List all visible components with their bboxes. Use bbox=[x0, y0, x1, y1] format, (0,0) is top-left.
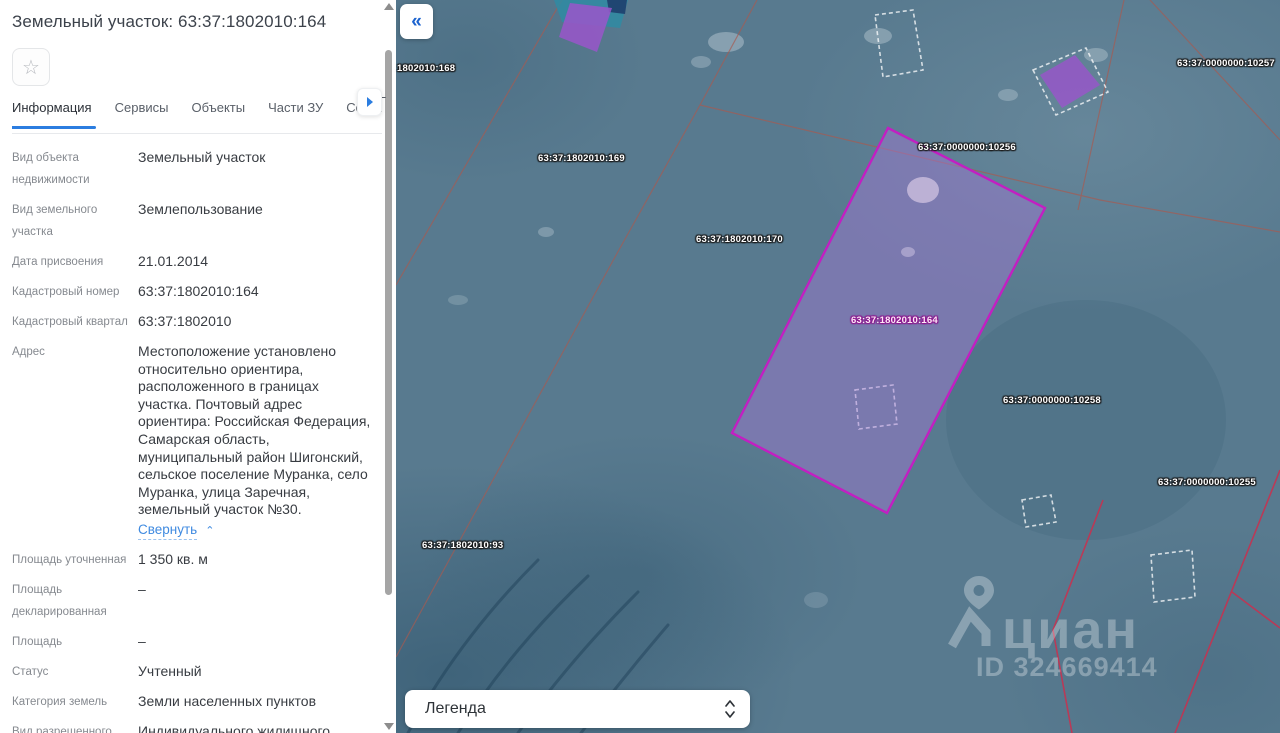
tab-bar: Информация Сервисы Объекты Части ЗУ Сост… bbox=[12, 100, 384, 134]
field-permitted-use: Вид разрешенного использования Индивидуа… bbox=[12, 722, 331, 733]
field-object-kind: Вид объекта недвижимости Земельный участ… bbox=[12, 149, 266, 186]
cadastral-map-app: Земельный участок: 63:37:1802010:164 ☆ И… bbox=[0, 0, 1280, 733]
field-land-category: Категория земель Земли населенных пункто… bbox=[12, 692, 317, 709]
tab-information[interactable]: Информация bbox=[12, 100, 96, 129]
parcel-label: 1802010:168 bbox=[397, 63, 456, 74]
parcel-label: 63:37:1802010:170 bbox=[696, 234, 783, 245]
page-title: Земельный участок: 63:37:1802010:164 bbox=[12, 12, 327, 31]
chevron-right-icon bbox=[366, 97, 373, 107]
field-area-refined: Площадь уточненная 1 350 кв. м bbox=[12, 550, 208, 567]
parcel-label: 63:37:1802010:169 bbox=[538, 153, 625, 164]
legend-toggle-icon[interactable] bbox=[724, 698, 736, 720]
legend-label: Легенда bbox=[425, 700, 486, 717]
field-parcel-kind: Вид земельного участка Землепользование bbox=[12, 201, 263, 238]
parcel-label: 63:37:0000000:10256 bbox=[918, 142, 1016, 153]
map-canvas[interactable]: циан ID 324669414 1802010:168 63:37:1802… bbox=[396, 0, 1280, 733]
scroll-up-icon[interactable] bbox=[384, 3, 394, 10]
chevron-up-icon[interactable]: ⌃ bbox=[205, 525, 214, 537]
field-area: Площадь – bbox=[12, 632, 146, 649]
collapse-panel-button[interactable]: « bbox=[400, 4, 433, 39]
parcel-label: 63:37:0000000:10257 bbox=[1177, 58, 1275, 69]
svg-text:ID 324669414: ID 324669414 bbox=[976, 652, 1158, 682]
field-area-declared: Площадь декларированная – bbox=[12, 580, 146, 618]
tab-parts[interactable]: Части ЗУ bbox=[268, 100, 323, 129]
parcel-label: 63:37:1802010:93 bbox=[422, 540, 504, 551]
tabs-scroll-right-button[interactable] bbox=[357, 88, 382, 116]
collapse-address-link[interactable]: Свернуть bbox=[138, 521, 198, 540]
field-cadastral-number: Кадастровый номер 63:37:1802010:164 bbox=[12, 283, 259, 299]
field-assign-date: Дата присвоения 21.01.2014 bbox=[12, 253, 209, 269]
panel-scrollbar[interactable] bbox=[382, 0, 396, 733]
tab-objects[interactable]: Объекты bbox=[191, 100, 245, 129]
map-overlay-graphics: циан ID 324669414 bbox=[396, 0, 1280, 733]
tab-services[interactable]: Сервисы bbox=[115, 100, 169, 129]
double-chevron-left-icon: « bbox=[411, 10, 422, 32]
selected-parcel-label: 63:37:1802010:164 bbox=[851, 315, 938, 326]
favorite-button[interactable]: ☆ bbox=[12, 48, 50, 86]
scroll-down-icon[interactable] bbox=[384, 723, 394, 730]
address-text: Местоположение установлено относительно … bbox=[138, 343, 371, 518]
field-cadastral-block: Кадастровый квартал 63:37:1802010 bbox=[12, 313, 232, 329]
legend-dropdown[interactable]: Легенда bbox=[405, 690, 750, 728]
field-address: Адрес Местоположение установлено относит… bbox=[12, 341, 376, 541]
field-status: Статус Учтенный bbox=[12, 662, 202, 679]
field-list: Вид объекта недвижимости Земельный участ… bbox=[12, 147, 376, 733]
watermark-cian-logo: циан ID 324669414 bbox=[948, 576, 1158, 682]
parcel-label: 63:37:0000000:10258 bbox=[1003, 395, 1101, 406]
star-icon: ☆ bbox=[22, 56, 40, 79]
scrollbar-thumb[interactable] bbox=[385, 50, 392, 595]
parcel-label: 63:37:0000000:10255 bbox=[1158, 477, 1256, 488]
svg-text:циан: циан bbox=[1002, 600, 1139, 660]
info-panel: Земельный участок: 63:37:1802010:164 ☆ И… bbox=[0, 0, 396, 733]
